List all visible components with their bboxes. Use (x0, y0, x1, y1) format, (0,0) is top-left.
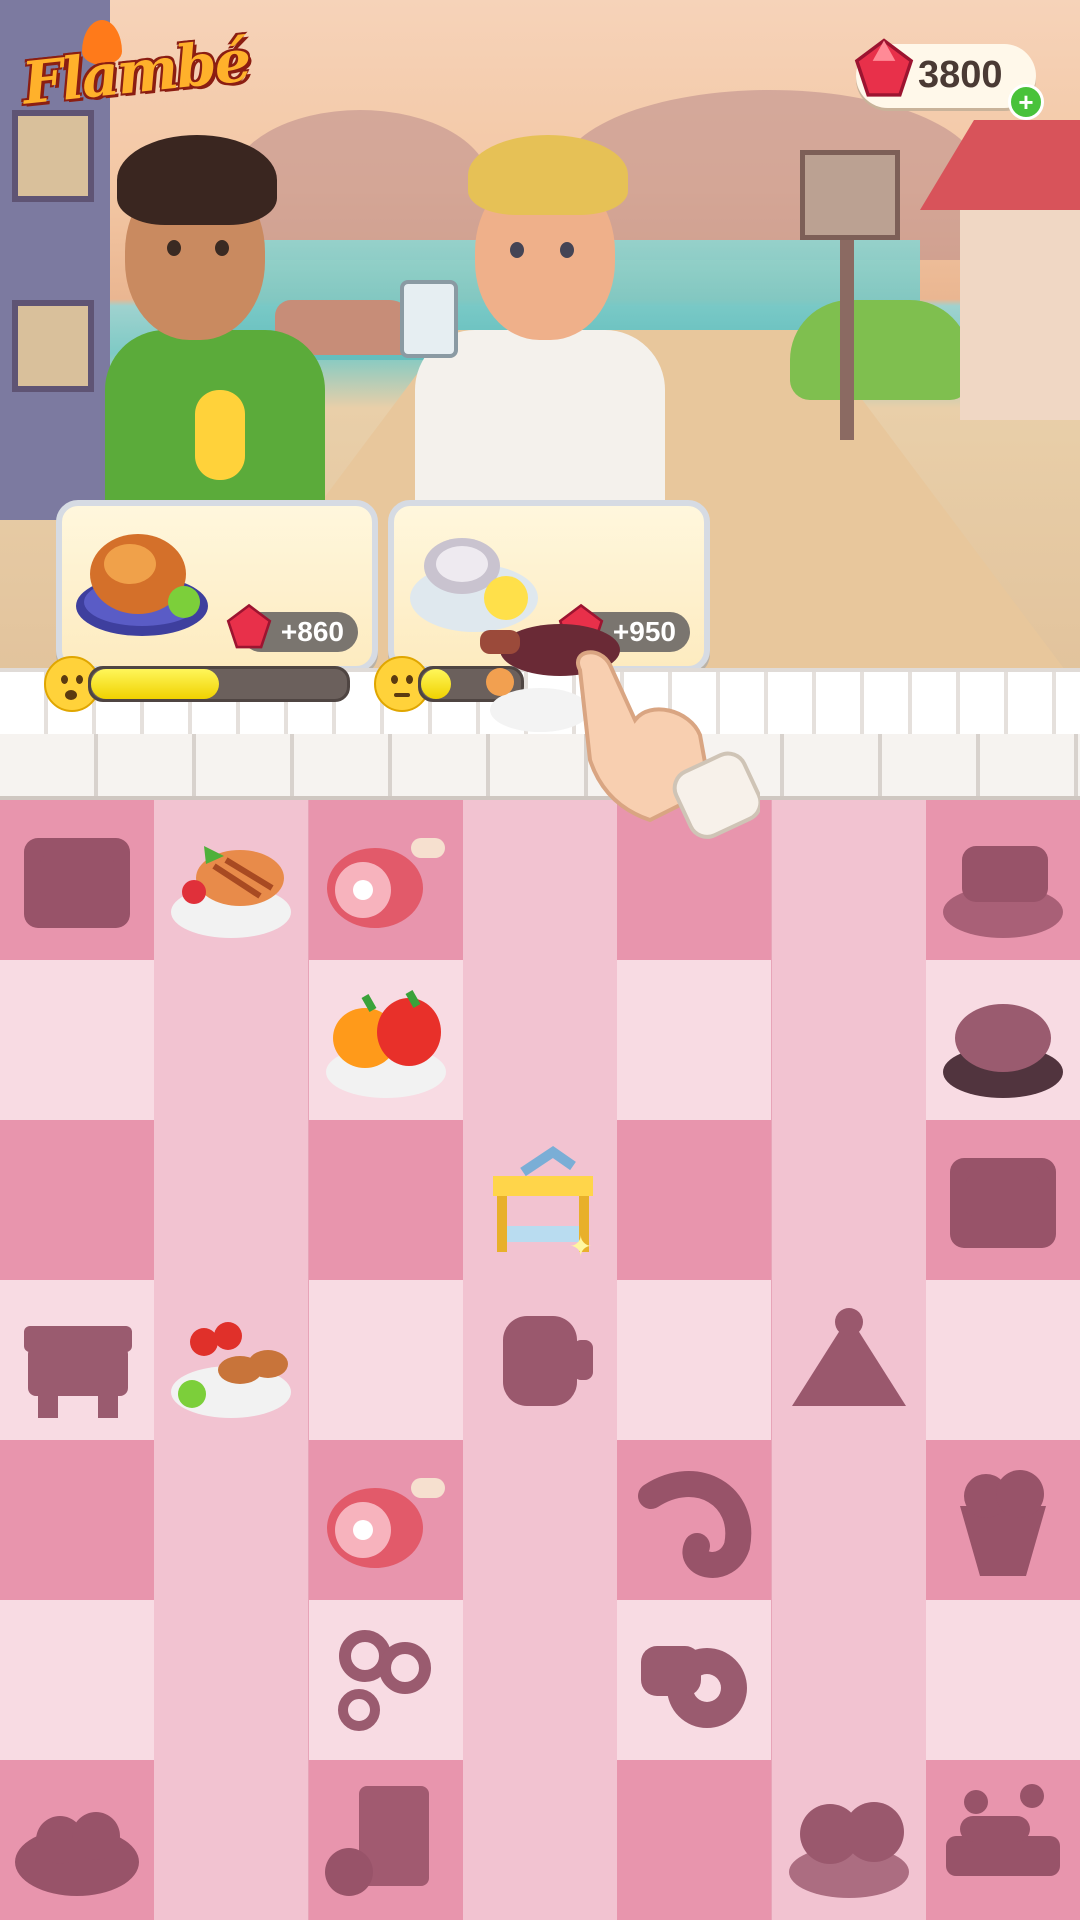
bush (790, 300, 970, 400)
board-cell[interactable] (462, 1600, 617, 1760)
board-cell[interactable] (154, 1120, 309, 1280)
ham-leg-icon[interactable] (319, 1456, 453, 1584)
customer-chef[interactable] (400, 130, 670, 510)
grill-locked-icon[interactable] (10, 1296, 144, 1424)
game-logo: Flambé (12, 20, 253, 130)
board-cell[interactable] (0, 1600, 154, 1760)
board-cell[interactable] (617, 1120, 772, 1280)
board-cell[interactable] (925, 800, 1080, 960)
board-cell[interactable] (308, 800, 463, 960)
board-cell[interactable] (308, 960, 463, 1120)
board-cell[interactable] (925, 1120, 1080, 1280)
sausages-locked-icon[interactable] (936, 1776, 1070, 1904)
board-cell[interactable] (925, 960, 1080, 1120)
cake-tent-locked-icon[interactable] (782, 1296, 916, 1424)
gem-count: 3800 (918, 54, 1003, 96)
board-cell[interactable] (154, 1440, 309, 1600)
customer-hair (117, 135, 277, 225)
board-cell[interactable] (925, 1760, 1080, 1920)
house-right (920, 120, 1080, 420)
board-cell[interactable] (0, 800, 154, 960)
sliced-meat-plate-locked-icon[interactable] (936, 976, 1070, 1104)
onion-rings-locked-icon[interactable] (319, 1616, 453, 1744)
board-cell[interactable] (617, 960, 772, 1120)
merge-board[interactable]: ✦ (0, 800, 1080, 1920)
board-cell[interactable] (925, 1280, 1080, 1440)
board-cell[interactable] (0, 1440, 154, 1600)
signpost (800, 150, 900, 440)
board-cell[interactable] (617, 1760, 772, 1920)
patience-fill-2 (421, 669, 451, 699)
board-cell[interactable] (771, 1280, 926, 1440)
board-cell[interactable] (154, 960, 309, 1120)
oven-locked-icon[interactable] (10, 816, 144, 944)
board-cell[interactable] (771, 1760, 926, 1920)
board-cell[interactable] (617, 1440, 772, 1600)
board-cell[interactable] (617, 1600, 772, 1760)
board-cell[interactable] (462, 1760, 617, 1920)
tomato-bowl-locked-icon[interactable] (10, 1776, 144, 1904)
donut-locked-icon[interactable] (627, 1616, 761, 1744)
oven-locked-icon[interactable] (936, 1136, 1070, 1264)
board-cell[interactable] (462, 960, 617, 1120)
kitchen-table-icon[interactable]: ✦ (473, 1136, 607, 1264)
grilled-chicken-plate-icon[interactable] (164, 816, 298, 944)
board-cell[interactable] (462, 1280, 617, 1440)
add-gems-button[interactable]: + (1008, 84, 1044, 120)
gem-counter[interactable]: 3800 + (854, 38, 1044, 120)
order-reward-value-1: +860 (280, 616, 344, 647)
patience-fill-1 (91, 669, 219, 699)
board-cell[interactable] (771, 1440, 926, 1600)
svg-text:✦: ✦ (569, 1231, 592, 1262)
board-cell[interactable]: ✦ (462, 1120, 617, 1280)
patience-bar-1 (88, 666, 350, 702)
shrimp-locked-icon[interactable] (627, 1456, 761, 1584)
tomato-plate-locked-icon[interactable] (782, 1776, 916, 1904)
board-cell[interactable] (0, 1120, 154, 1280)
ruby-gem-icon (226, 603, 272, 649)
board-cell[interactable] (925, 1440, 1080, 1600)
ice-cream-cup-locked-icon[interactable] (936, 1456, 1070, 1584)
customer-student[interactable] (95, 130, 335, 510)
board-cell[interactable] (154, 1280, 309, 1440)
board-cell[interactable] (308, 1600, 463, 1760)
board-cell[interactable] (154, 1600, 309, 1760)
apple-juice-locked-icon[interactable] (319, 1776, 453, 1904)
board-cell[interactable] (0, 1280, 154, 1440)
order-reward-1: +860 (226, 603, 358, 652)
board-cell[interactable] (462, 1440, 617, 1600)
skewers-plate-icon[interactable] (164, 1296, 298, 1424)
board-cell[interactable] (154, 800, 309, 960)
order-card-1[interactable]: +860 (56, 500, 378, 672)
roast-chicken-icon (76, 534, 208, 636)
logo-text: Flambé (19, 26, 253, 118)
board-cell[interactable] (154, 1760, 309, 1920)
board-cell[interactable] (308, 1280, 463, 1440)
board-cell[interactable] (308, 1760, 463, 1920)
ruby-gem-icon (854, 38, 914, 97)
tutorial-hand-icon (576, 650, 760, 839)
pineapple-shirt-print (195, 390, 245, 480)
chef-hair (468, 135, 628, 215)
board-cell[interactable] (308, 1440, 463, 1600)
board-cell[interactable] (771, 1120, 926, 1280)
board-cell[interactable] (0, 1760, 154, 1920)
board-cell[interactable] (925, 1600, 1080, 1760)
spatula-icon (400, 280, 458, 358)
board-cell[interactable] (771, 960, 926, 1120)
blender-locked-icon[interactable] (473, 1296, 607, 1424)
board-cell[interactable] (308, 1120, 463, 1280)
board-cell[interactable] (771, 1600, 926, 1760)
board-cell[interactable] (0, 960, 154, 1120)
ham-leg-icon[interactable] (319, 816, 453, 944)
board-cell[interactable] (617, 1280, 772, 1440)
street-scene: Flambé 3800 + +860 +950 (0, 0, 1080, 680)
board-cell[interactable] (771, 800, 926, 960)
bell-pepper-plate-icon[interactable] (319, 976, 453, 1104)
steak-plate-locked-icon[interactable] (936, 816, 1070, 944)
